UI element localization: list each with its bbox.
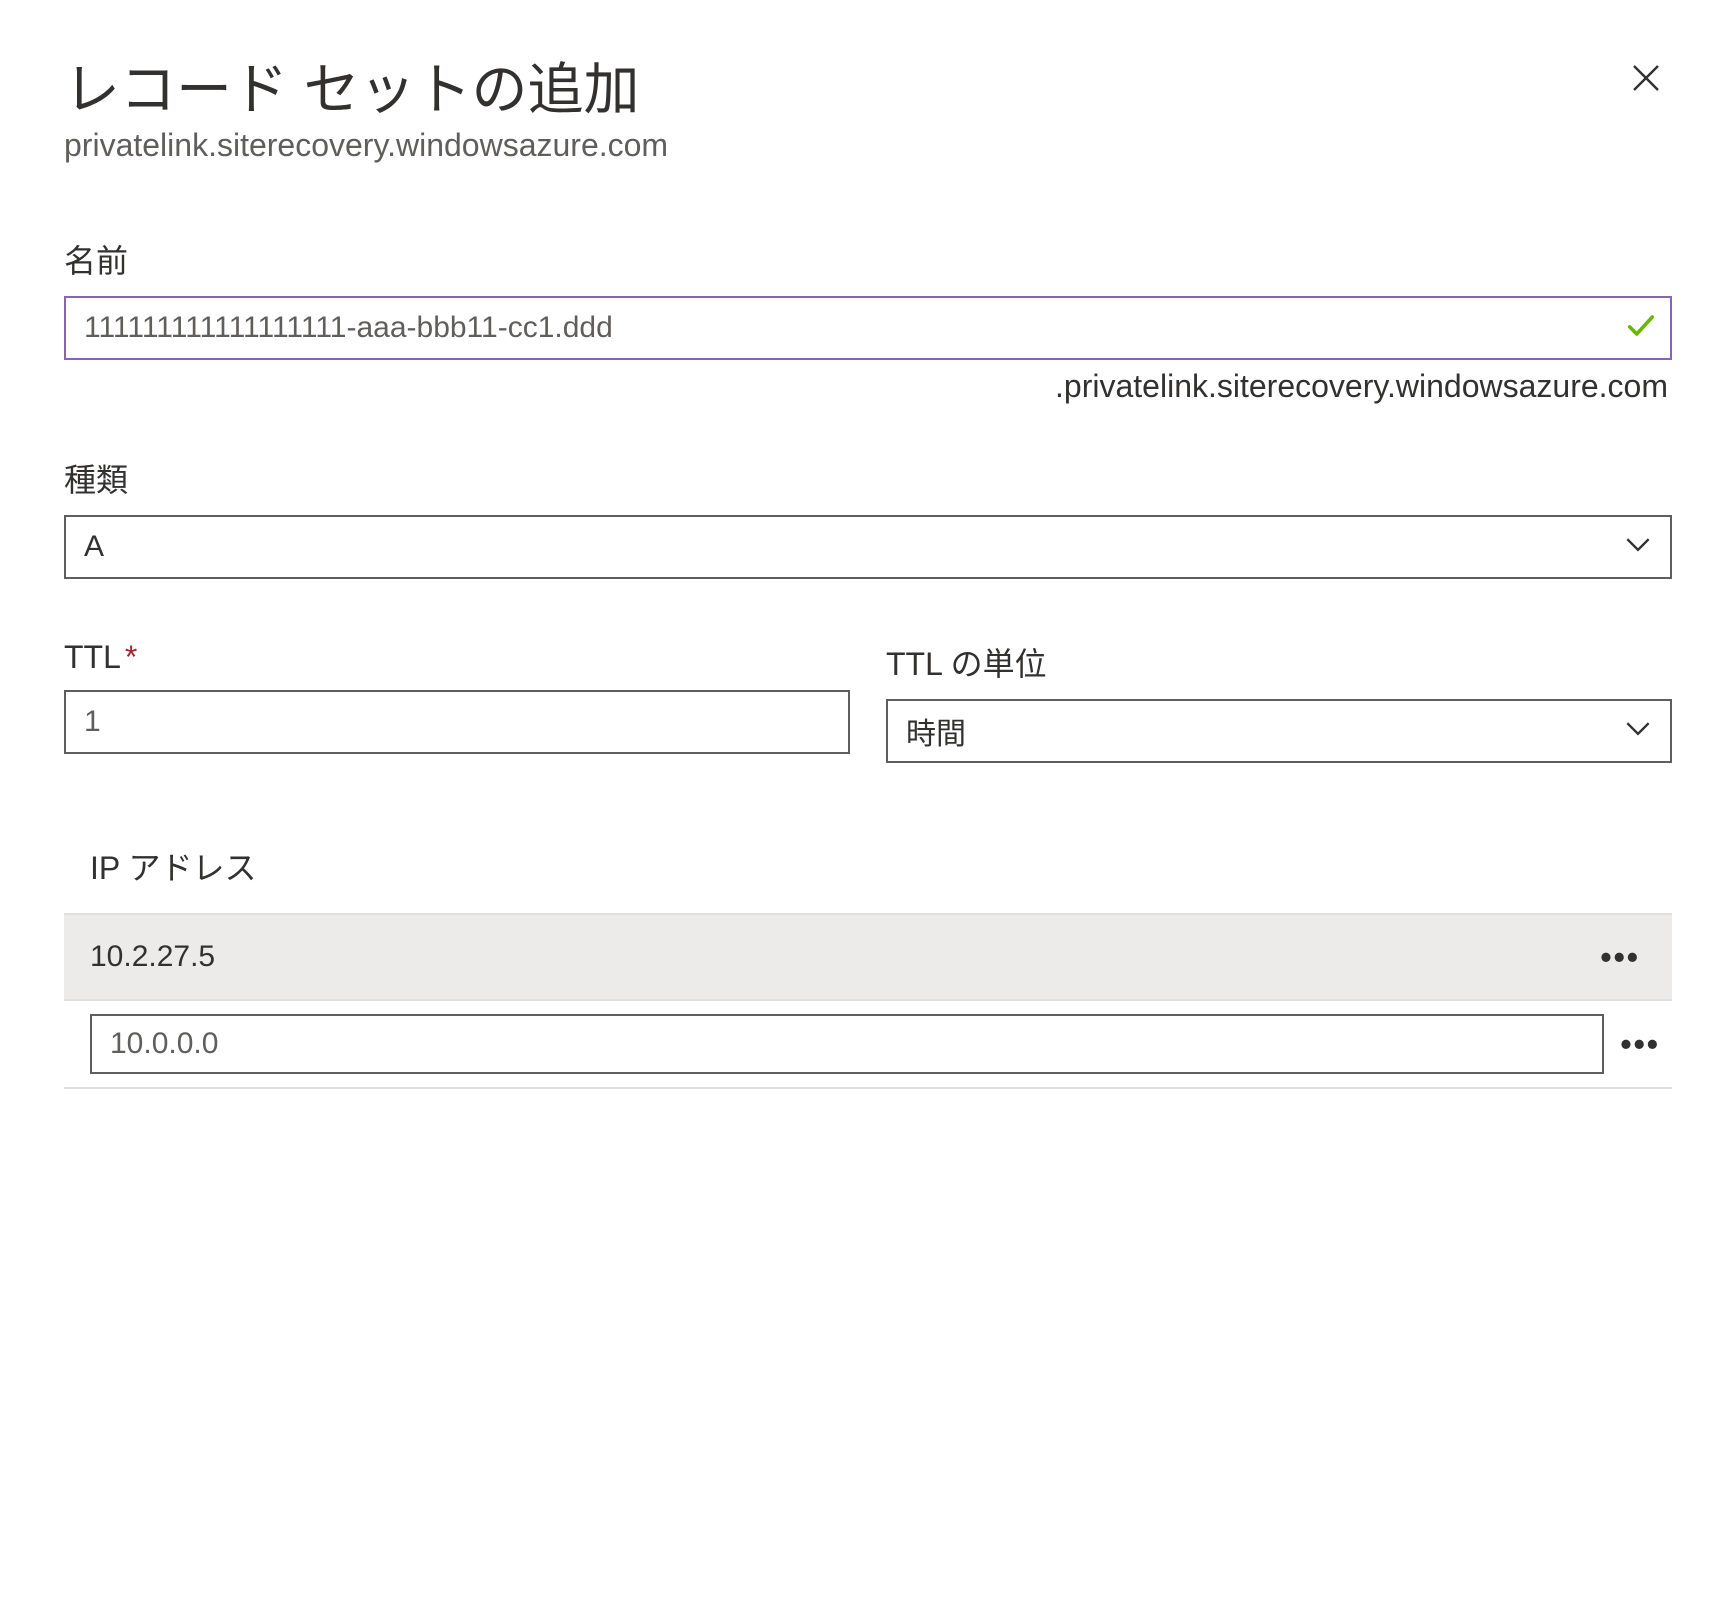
required-indicator: * bbox=[125, 639, 137, 675]
name-suffix: .privatelink.siterecovery.windowsazure.c… bbox=[64, 368, 1672, 405]
ip-row-new: ••• bbox=[64, 1001, 1672, 1089]
ip-address-label: IP アドレス bbox=[90, 843, 1672, 889]
name-label: 名前 bbox=[64, 236, 1672, 282]
more-icon: ••• bbox=[1620, 1026, 1660, 1062]
type-select-value: A bbox=[84, 530, 104, 564]
page-title: レコード セットの追加 bbox=[64, 56, 668, 123]
name-input[interactable] bbox=[64, 296, 1672, 360]
ttl-unit-label: TTL の単位 bbox=[886, 639, 1672, 685]
close-button[interactable] bbox=[1620, 56, 1672, 108]
more-icon: ••• bbox=[1600, 939, 1640, 975]
ttl-unit-select[interactable]: 時間 bbox=[886, 699, 1672, 763]
type-select[interactable]: A bbox=[64, 515, 1672, 579]
close-icon bbox=[1628, 60, 1664, 96]
page-subtitle: privatelink.siterecovery.windowsazure.co… bbox=[64, 127, 668, 164]
ip-input[interactable] bbox=[90, 1014, 1604, 1074]
ip-row-more-button[interactable]: ••• bbox=[1614, 1026, 1666, 1063]
ip-row-more-button[interactable]: ••• bbox=[1594, 939, 1646, 976]
ttl-label: TTL* bbox=[64, 639, 850, 676]
type-label: 種類 bbox=[64, 455, 1672, 501]
ip-row: 10.2.27.5 ••• bbox=[64, 913, 1672, 1001]
ttl-unit-value: 時間 bbox=[906, 709, 966, 753]
ip-value: 10.2.27.5 bbox=[90, 940, 1594, 974]
ttl-input[interactable] bbox=[64, 690, 850, 754]
